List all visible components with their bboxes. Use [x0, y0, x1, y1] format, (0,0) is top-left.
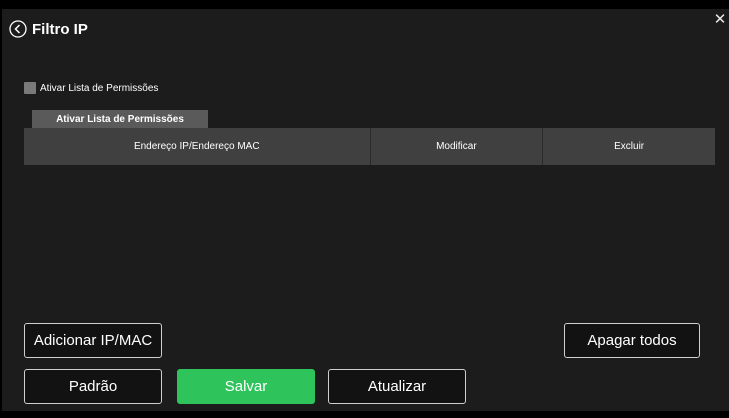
default-button[interactable]: Padrão — [24, 369, 162, 404]
page-title: Filtro IP — [32, 20, 88, 38]
table-header: Endereço IP/Endereço MAC Modificar Exclu… — [24, 128, 715, 165]
tab-permission-list[interactable]: Ativar Lista de Permissões — [32, 110, 208, 128]
clear-all-button[interactable]: Apagar todos — [564, 323, 700, 358]
enable-permission-list-checkbox[interactable]: Ativar Lista de Permissões — [24, 82, 158, 94]
checkbox-box[interactable] — [24, 82, 36, 94]
back-icon[interactable] — [9, 20, 27, 38]
refresh-button[interactable]: Atualizar — [328, 369, 466, 404]
column-header-delete: Excluir — [542, 128, 715, 165]
dialog-header: Filtro IP — [9, 20, 88, 38]
close-icon[interactable]: ✕ — [713, 12, 727, 27]
save-button[interactable]: Salvar — [177, 369, 315, 404]
column-header-modify: Modificar — [369, 128, 543, 165]
column-header-address: Endereço IP/Endereço MAC — [133, 141, 260, 152]
add-ip-mac-button[interactable]: Adicionar IP/MAC — [24, 323, 162, 358]
checkbox-label: Ativar Lista de Permissões — [40, 82, 159, 94]
